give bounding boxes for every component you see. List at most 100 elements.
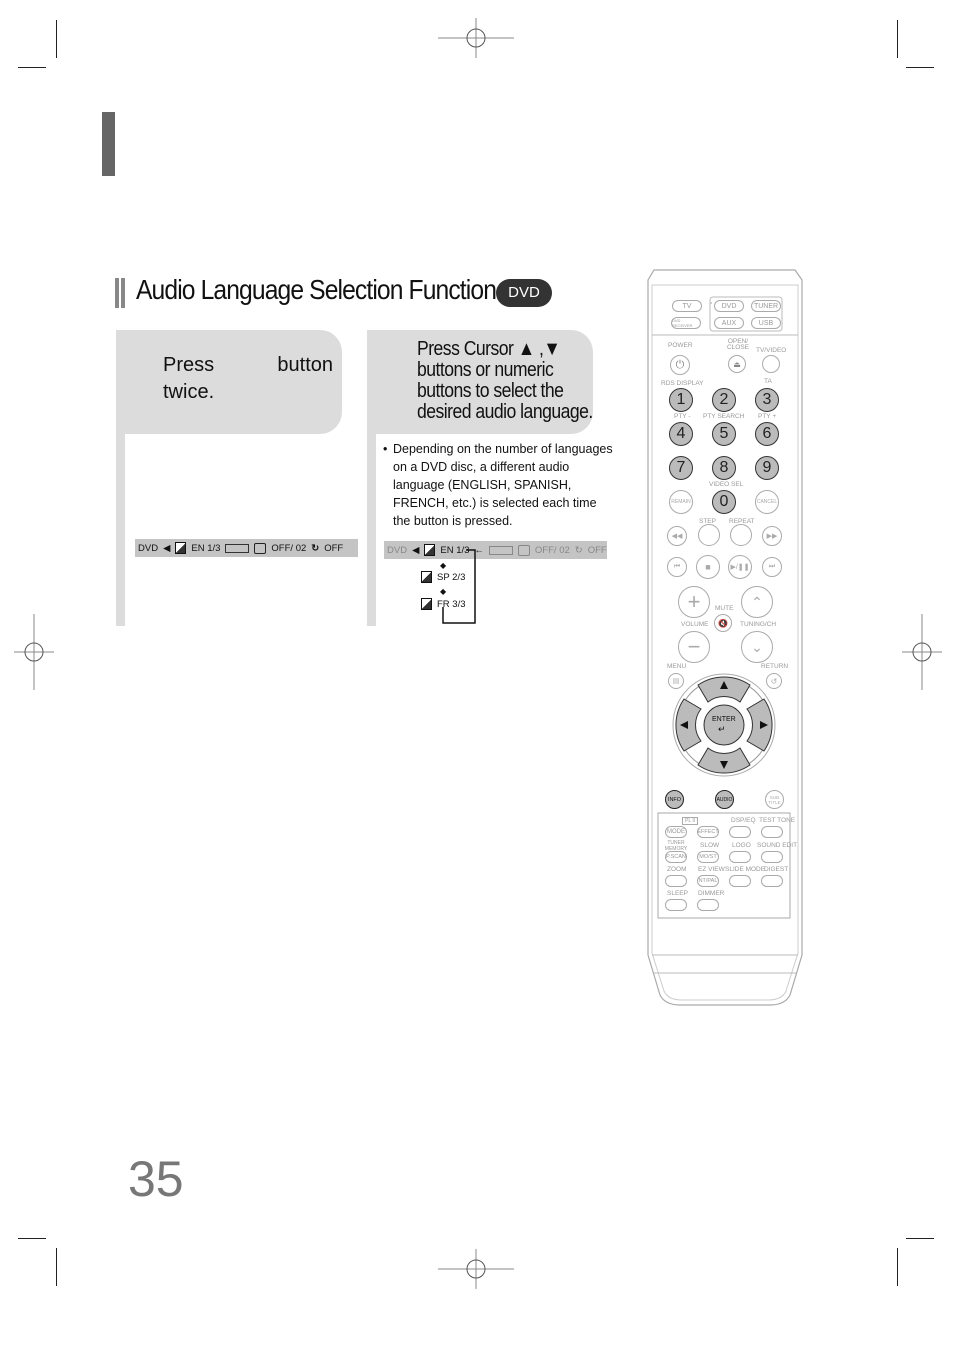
osd-subtitle: OFF/ 02 [271, 542, 307, 554]
number-button-1[interactable]: 1 [669, 388, 693, 412]
volume-down-button[interactable]: − [678, 631, 710, 663]
sleep-button[interactable] [665, 899, 687, 911]
tv-button[interactable]: TV [672, 300, 702, 312]
registration-mark-icon [14, 614, 54, 690]
test-tone-label: TEST TONE [759, 817, 796, 824]
mode-button[interactable]: MODE [665, 826, 687, 838]
audio-language-icon [175, 542, 187, 554]
section-marker-icon [115, 278, 128, 308]
sound-edit-button[interactable] [761, 851, 783, 863]
digest-button[interactable] [761, 875, 783, 887]
audio-button[interactable]: AUDIO [715, 790, 734, 809]
play-pause-button[interactable]: ▶/❚❚ [728, 555, 752, 579]
tuning-up-button[interactable]: ⌃ [741, 586, 773, 618]
p-scan-button[interactable]: P.SCAN [665, 851, 687, 863]
left-arrow-icon: ◀ [163, 542, 171, 554]
bullet: • [383, 442, 388, 456]
step-button[interactable] [698, 524, 720, 546]
crop-mark [906, 67, 934, 68]
step1-line2: twice. [163, 381, 215, 403]
nt-pal-button[interactable]: NT/PAL [697, 875, 719, 887]
step2-line: desired audio language. [417, 401, 593, 423]
number-button-0[interactable]: 0 [712, 490, 736, 514]
stop-button[interactable]: ■ [696, 555, 720, 579]
ta-label: TA [764, 378, 772, 385]
number-button-9[interactable]: 9 [755, 456, 779, 480]
section-title: Audio Language Selection Function [136, 274, 497, 305]
crop-mark [56, 1248, 57, 1286]
osd-bar: DVD ◀ EN 1/3 ← OFF/ 02 ↻ OFF [384, 541, 607, 559]
number-button-6[interactable]: 6 [755, 422, 779, 446]
audio-language-icon [421, 598, 432, 610]
number-button-5[interactable]: 5 [712, 422, 736, 446]
slide-mode-button[interactable] [729, 875, 751, 887]
mo-st-button[interactable]: MO/ST [697, 851, 719, 863]
return-label: RETURN [761, 663, 789, 670]
aux-button[interactable]: AUX [714, 317, 744, 329]
video-sel-label: VIDEO SEL [709, 481, 744, 488]
dsp-eq-label: DSP/EQ [731, 817, 756, 824]
tuning-ch-label: TUNING/CH [740, 621, 777, 628]
number-button-7[interactable]: 7 [669, 456, 693, 480]
fast-forward-button[interactable]: ▶▶ [762, 526, 782, 546]
dvd-receiver-button[interactable]: DVD RECEIVER [671, 317, 701, 329]
step1-word-press: Press [163, 354, 215, 376]
number-button-4[interactable]: 4 [669, 422, 693, 446]
enter-label[interactable]: ENTER [712, 716, 736, 723]
menu-button[interactable]: ▤ [668, 673, 684, 689]
subtitle-button[interactable]: SUB TITLE [765, 790, 784, 809]
osd-bar: DVD ◀ EN 1/3 OFF/ 02 ↻ OFF [135, 539, 358, 557]
next-button[interactable]: ⏭ [762, 557, 782, 577]
remote-control: TV DVD TUNER DVD RECEIVER AUX USB POWER … [640, 265, 810, 1010]
previous-button[interactable]: ⏮ [667, 557, 687, 577]
rds-display-label: RDS DISPLAY [661, 380, 704, 387]
cancel-button[interactable]: CANCEL [755, 490, 779, 514]
open-close-button[interactable]: ⏏ [728, 355, 746, 373]
return-button[interactable]: ↺ [766, 673, 782, 689]
volume-up-button[interactable]: + [678, 586, 710, 618]
info-button[interactable]: INFO [665, 790, 684, 809]
zoom-button[interactable] [665, 875, 687, 887]
dimmer-button[interactable] [697, 899, 719, 911]
mute-button[interactable]: 🔇 [714, 614, 732, 632]
page-number: 35 [128, 1151, 184, 1207]
osd-source: DVD [138, 542, 159, 554]
number-button-3[interactable]: 3 [755, 388, 779, 412]
step2-line: buttons or numeric [417, 359, 554, 381]
registration-mark-icon [902, 614, 942, 690]
power-label: POWER [668, 342, 693, 349]
tv-video-label: TV/VIDEO [756, 347, 787, 354]
crop-mark [56, 20, 57, 58]
step2-instruction: Press Cursor ▲ ,▼ buttons or numeric but… [417, 339, 593, 423]
usb-button[interactable]: USB [751, 317, 781, 329]
remain-button[interactable]: REMAIN [669, 490, 693, 514]
tuner-button[interactable]: TUNER [751, 300, 781, 312]
audio-language-icon [421, 571, 432, 583]
sleep-label: SLEEP [667, 890, 688, 897]
rewind-button[interactable]: ◀◀ [667, 526, 687, 546]
power-button[interactable]: ⏻ [670, 355, 690, 375]
pty-search-label: PTY SEARCH [703, 413, 745, 420]
zoom-label: ZOOM [667, 866, 687, 873]
dimmer-label: DIMMER [698, 890, 725, 897]
subtitle-icon [254, 542, 267, 554]
logo-button[interactable] [729, 851, 751, 863]
number-button-8[interactable]: 8 [712, 456, 736, 480]
dvd-badge: DVD [496, 279, 552, 307]
dvd-button[interactable]: DVD [714, 300, 744, 312]
tuning-down-button[interactable]: ⌄ [741, 631, 773, 663]
step2-line: buttons to select the [417, 380, 564, 402]
crop-mark [897, 1248, 898, 1286]
slide-mode-label: SLIDE MODE [725, 866, 766, 873]
test-tone-button[interactable] [761, 826, 783, 838]
number-button-2[interactable]: 2 [712, 388, 736, 412]
pty-minus-label: PTY - [674, 413, 691, 420]
dolby-digital-icon [225, 543, 250, 553]
repeat-button[interactable] [730, 524, 752, 546]
sound-edit-label: SOUND EDIT [757, 842, 798, 849]
tv-video-button[interactable] [762, 355, 780, 373]
note: • Depending on the number of languages o… [383, 440, 615, 530]
effect-button[interactable]: EFFECT [697, 826, 719, 838]
crop-mark [906, 1238, 934, 1239]
dsp-eq-button[interactable] [729, 826, 751, 838]
